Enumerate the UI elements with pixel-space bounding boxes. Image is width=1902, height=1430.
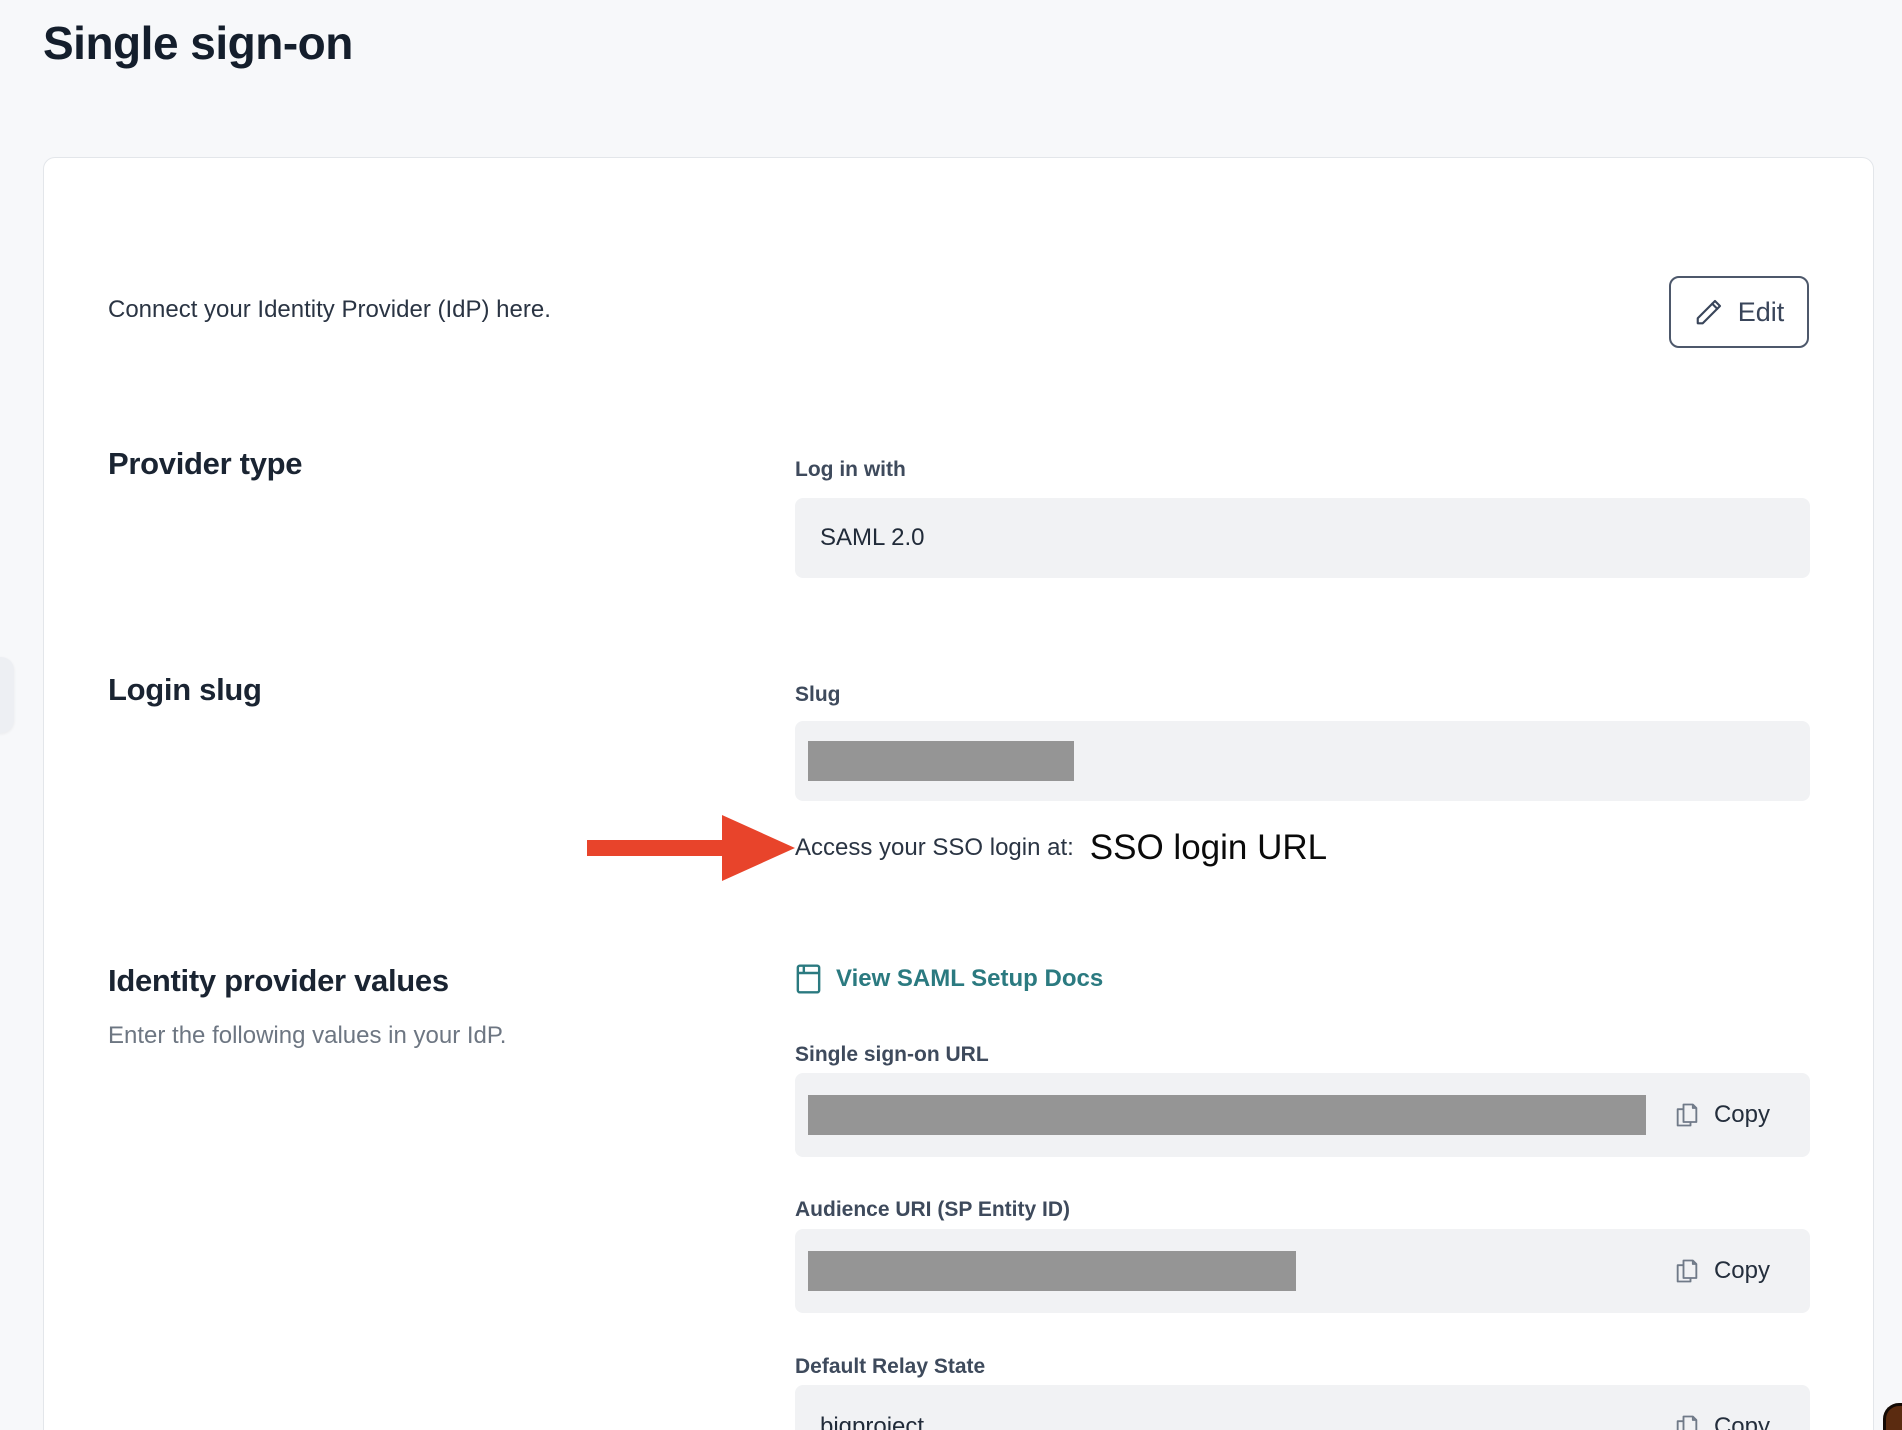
provider-type-heading: Provider type (108, 446, 302, 482)
copy-relay-state-button[interactable]: Copy (1673, 1412, 1770, 1430)
audience-uri-redacted-value (808, 1251, 1296, 1291)
slug-label: Slug (795, 682, 1810, 708)
copy-button-label: Copy (1714, 1257, 1770, 1285)
login-slug-fields: Slug (795, 682, 1810, 801)
sso-url-field: Copy (795, 1073, 1810, 1157)
provider-type-fields: Log in with SAML 2.0 (795, 457, 1810, 578)
login-with-field: SAML 2.0 (795, 498, 1810, 578)
audience-uri-label: Audience URI (SP Entity ID) (795, 1197, 1810, 1223)
idp-values-subheading: Enter the following values in your IdP. (108, 1022, 506, 1050)
edit-button-label: Edit (1738, 297, 1785, 328)
edit-button[interactable]: Edit (1669, 276, 1809, 348)
copy-audience-uri-button[interactable]: Copy (1673, 1256, 1770, 1286)
idp-values-heading: Identity provider values (108, 963, 506, 999)
copy-icon (1673, 1100, 1701, 1130)
sso-url-label: Single sign-on URL (795, 1042, 1810, 1068)
view-saml-docs-link[interactable]: View SAML Setup Docs (795, 963, 1103, 995)
view-saml-docs-label: View SAML Setup Docs (836, 965, 1103, 993)
red-arrow-annotation-icon (587, 813, 797, 888)
default-relay-state-value: bigproject (820, 1413, 924, 1430)
pencil-icon (1694, 297, 1724, 327)
idp-values-fields: View SAML Setup Docs Single sign-on URL … (795, 963, 1810, 1430)
audience-uri-field: Copy (795, 1229, 1810, 1313)
default-relay-state-label: Default Relay State (795, 1354, 1810, 1380)
page-title: Single sign-on (43, 16, 353, 70)
idp-values-header: Identity provider values Enter the follo… (108, 963, 506, 1050)
sso-login-url-annotation: SSO login URL (1090, 828, 1327, 868)
access-login-text: Access your SSO login at: (795, 834, 1074, 862)
sso-settings-card: Connect your Identity Provider (IdP) her… (43, 157, 1874, 1430)
document-icon (795, 963, 822, 995)
login-slug-heading: Login slug (108, 672, 262, 708)
copy-icon (1673, 1412, 1701, 1430)
copy-button-label: Copy (1714, 1101, 1770, 1129)
copy-icon (1673, 1256, 1701, 1286)
drawer-handle (0, 657, 14, 733)
slug-redacted-value (808, 741, 1074, 781)
default-relay-state-field: bigproject Copy (795, 1385, 1810, 1430)
login-with-value: SAML 2.0 (820, 524, 925, 552)
sso-login-access-row: Access your SSO login at: SSO login URL (795, 818, 1327, 878)
slug-field (795, 721, 1810, 801)
sso-url-redacted-value (808, 1095, 1646, 1135)
copy-sso-url-button[interactable]: Copy (1673, 1100, 1770, 1130)
intro-text: Connect your Identity Provider (IdP) her… (108, 296, 551, 324)
copy-button-label: Copy (1714, 1413, 1770, 1430)
login-with-label: Log in with (795, 457, 1810, 483)
corner-overlay-fragment (1883, 1403, 1902, 1430)
